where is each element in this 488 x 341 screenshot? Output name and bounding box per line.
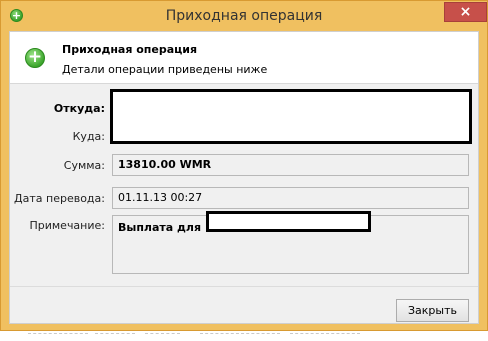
dialog-client-area: + Приходная операция Детали операции при… [9,31,479,324]
background-artifact [290,333,360,336]
redacted-note [206,211,371,232]
background-artifact [200,333,280,336]
redacted-from-to [110,89,472,144]
note-text: Выплата для [118,221,202,234]
background-artifact [28,333,88,336]
from-label: Откуда: [53,102,105,115]
add-circle-icon: + [25,48,45,68]
amount-label: Сумма: [63,159,105,172]
note-field[interactable]: Выплата для [112,211,469,274]
date-label: Дата перевода: [14,192,105,205]
background-artifact [145,333,180,336]
footer-divider [10,286,478,287]
to-label: Куда: [72,130,105,143]
window-close-button[interactable]: × [444,2,487,22]
background-artifact [95,333,135,336]
header-title: Приходная операция [62,43,198,56]
dialog-header: + Приходная операция Детали операции при… [10,32,478,84]
dialog-window: + Приходная операция × + Приходная опера… [0,0,488,331]
date-field[interactable]: 01.11.13 00:27 [112,187,469,209]
note-label: Примечание: [29,219,105,232]
header-subtitle: Детали операции приведены ниже [62,63,268,76]
amount-field[interactable]: 13810.00 WMR [112,154,469,176]
window-title: Приходная операция [165,8,323,24]
close-button[interactable]: Закрыть [396,299,469,322]
title-bar[interactable]: + Приходная операция × [1,1,487,31]
